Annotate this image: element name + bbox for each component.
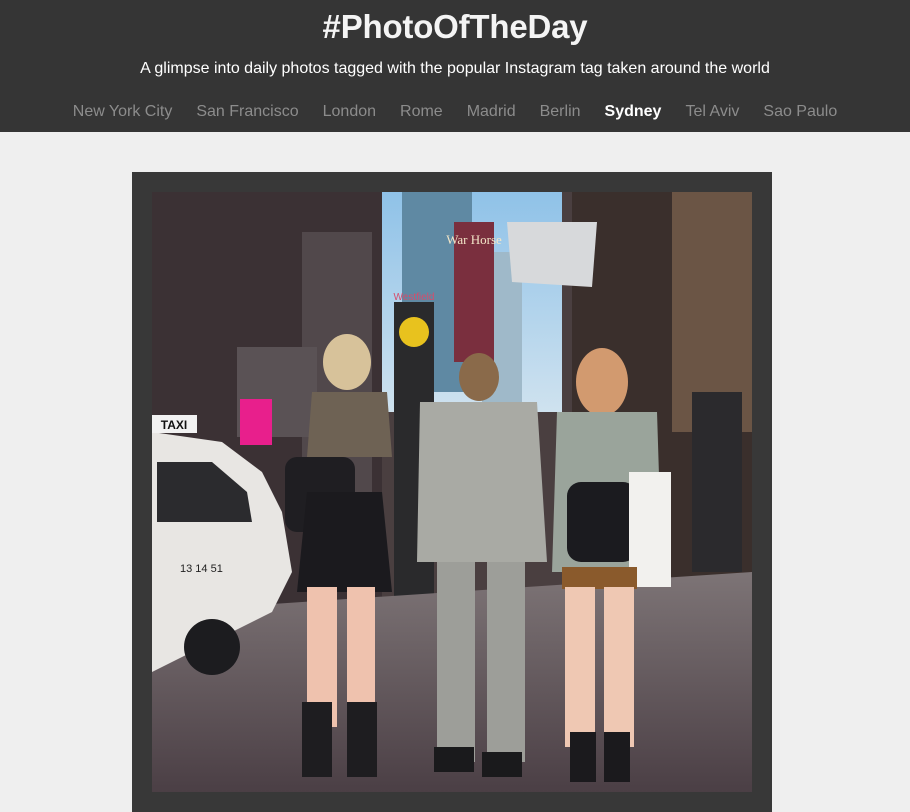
city-link-san-francisco[interactable]: San Francisco [184,100,310,124]
city-link-sao-paulo[interactable]: Sao Paulo [751,100,849,124]
street-photo-illustration: War Horse Westfield TAXI 13 14 51 [152,192,752,792]
city-link-rome[interactable]: Rome [388,100,455,124]
city-nav: New York City San Francisco London Rome … [0,100,910,124]
banner-text: War Horse [446,232,502,247]
site-title[interactable]: #PhotoOfTheDay [0,6,910,48]
city-link-london[interactable]: London [311,100,388,124]
taxi-plate-text: 13 14 51 [180,563,223,575]
site-tagline: A glimpse into daily photos tagged with … [140,60,770,77]
photo-frame: War Horse Westfield TAXI 13 14 51 [132,172,772,812]
taxi-sign-text: TAXI [161,418,187,432]
store-sign-text: Westfield [394,292,435,303]
city-link-madrid[interactable]: Madrid [455,100,528,124]
city-link-new-york-city[interactable]: New York City [61,100,185,124]
city-link-tel-aviv[interactable]: Tel Aviv [673,100,751,124]
photo-of-the-day[interactable]: War Horse Westfield TAXI 13 14 51 [152,192,752,792]
site-header: #PhotoOfTheDay A glimpse into daily phot… [0,0,910,132]
city-link-berlin[interactable]: Berlin [528,100,593,124]
city-link-sydney[interactable]: Sydney [593,100,674,124]
